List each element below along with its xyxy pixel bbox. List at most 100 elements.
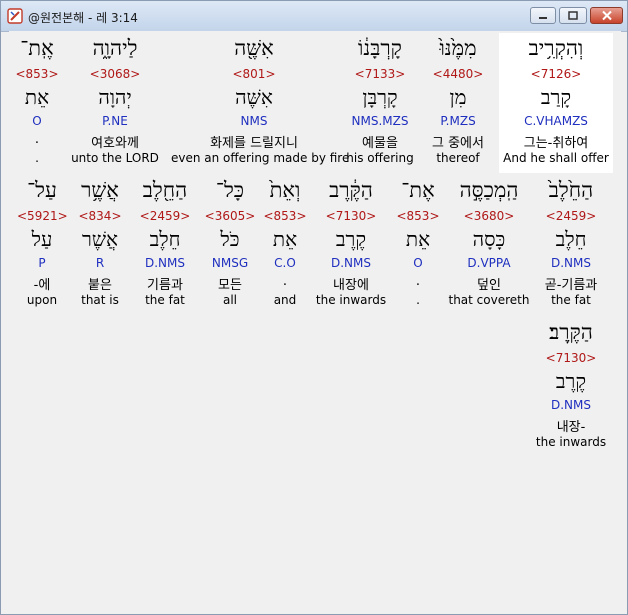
korean-gloss: 화제를 드릴지니 <box>210 136 298 151</box>
english-gloss: his offering <box>346 151 414 165</box>
hebrew-word: וְאֵת֙ <box>269 178 301 202</box>
english-gloss: the fat <box>551 293 591 307</box>
lexical-form: אֵת <box>24 85 50 109</box>
english-gloss: all <box>222 293 238 307</box>
strongs-number: <3068> <box>89 67 141 81</box>
english-gloss: that is <box>81 293 119 307</box>
morphology-code: C.VHAMZS <box>524 114 588 128</box>
hebrew-word: הַקֶּ֔רֶב <box>329 178 373 202</box>
maximize-button[interactable] <box>559 7 587 24</box>
hebrew-word: הַחֵ֖לֶב <box>142 178 188 202</box>
english-gloss: upon <box>26 293 58 307</box>
lexical-form: קֶרֶב <box>335 227 367 251</box>
korean-gloss: 내장에 <box>333 278 369 293</box>
morphology-code: NMS.MZS <box>351 114 409 128</box>
word-block[interactable]: הַקֶּֽרֶב׃ <7130> קֶרֶב D.NMS 내장- the in… <box>531 317 611 457</box>
strongs-number: <7130> <box>325 209 377 223</box>
close-icon <box>601 10 612 21</box>
lexical-form: אֲשֶׁר <box>82 227 118 251</box>
lexical-form: אֵת <box>405 227 431 251</box>
korean-gloss: 기름과 <box>147 278 183 293</box>
lexical-form: יְהוָה <box>98 85 132 109</box>
morphology-code: P <box>38 256 46 270</box>
morphology-code: NMS <box>240 114 268 128</box>
strongs-number: <801> <box>232 67 276 81</box>
lexical-form: עַל <box>31 227 53 251</box>
morphology-code: NMSG <box>211 256 249 270</box>
app-icon <box>7 8 23 24</box>
word-block[interactable]: אֶֽת־ <853> אֵת O . . <box>11 33 63 173</box>
word-block[interactable]: לַיהוָ֑ה <3068> יְהוָה P.NE 여호와께 unto th… <box>69 33 161 173</box>
english-gloss: thereof <box>436 151 480 165</box>
word-block[interactable]: אֲשֶׁ֥ר <834> אֲשֶׁר R 붙은 that is <box>75 175 125 315</box>
app-window: @원전본해 - 레 3:14 וְהִקְרִ֥יב <7126> קָרַב … <box>0 0 628 615</box>
word-block[interactable]: אֶת־ <853> אֵת O . . <box>393 175 443 315</box>
morphology-code: C.O <box>274 256 296 270</box>
korean-gloss: 그 중에서 <box>432 136 484 151</box>
lexical-form: חֵלֶב <box>149 227 181 251</box>
korean-gloss: 곧-기름과 <box>544 278 598 293</box>
strongs-number: <853> <box>396 209 440 223</box>
hebrew-word: הַקֶּֽרֶב׃ <box>549 320 593 344</box>
maximize-icon <box>568 10 578 20</box>
morphology-code: D.NMS <box>330 256 371 270</box>
korean-gloss: -에 <box>33 278 51 293</box>
korean-gloss: 내장- <box>556 420 586 435</box>
english-gloss: even an offering made by fire <box>171 151 350 165</box>
interlinear-view[interactable]: וְהִקְרִ֥יב <7126> קָרַב C.VHAMZS 그는-취하여… <box>9 31 621 609</box>
strongs-number: <853> <box>15 67 59 81</box>
strongs-number: <3605> <box>204 209 256 223</box>
morphology-code: D.VPPA <box>467 256 511 270</box>
korean-gloss: . <box>34 132 40 147</box>
strongs-number: <5921> <box>17 209 68 223</box>
hebrew-word: אִשֶּׁ֖ה <box>234 36 274 60</box>
lexical-form: חֵלֶב <box>555 227 587 251</box>
title-bar[interactable]: @원전본해 - 레 3:14 <box>1 1 627 32</box>
korean-gloss: 여호와께 <box>91 136 139 151</box>
hebrew-word: מִמֶּ֙נּוּ֙ <box>439 36 477 60</box>
english-gloss: the fat <box>145 293 185 307</box>
window-title: @원전본해 - 레 3:14 <box>28 11 138 25</box>
morphology-code: P.NE <box>102 114 128 128</box>
lexical-form: כָּסָה <box>472 227 506 251</box>
korean-gloss: 모든 <box>218 278 242 293</box>
word-block[interactable]: הַֽמְכַסֶּ֣ה <3680> כָּסָה D.VPPA 덮인 tha… <box>447 175 531 315</box>
english-gloss: the inwards <box>535 435 607 449</box>
english-gloss: and <box>273 293 297 307</box>
strongs-number: <3680> <box>463 209 515 223</box>
word-block[interactable]: עַל־ <5921> עַל P -에 upon <box>17 175 68 315</box>
strongs-number: <7133> <box>354 67 406 81</box>
hebrew-word: אֶֽת־ <box>20 36 54 60</box>
lexical-form: כֹּל <box>220 227 240 251</box>
english-gloss: that covereth <box>448 293 530 307</box>
word-block[interactable]: אִשֶּׁ֖ה <801> אִשֶּׁה NMS 화제를 드릴지니 even… <box>171 33 350 173</box>
word-block[interactable]: וְהִקְרִ֥יב <7126> קָרַב C.VHAMZS 그는-취하여… <box>499 33 613 173</box>
word-block[interactable]: כָּל־ <3605> כֹּל NMSG 모든 all <box>202 175 258 315</box>
lexical-form: אֵת <box>272 227 298 251</box>
hebrew-word: כָּל־ <box>215 178 245 202</box>
strongs-number: <7126> <box>530 67 582 81</box>
english-gloss: the inwards <box>315 293 387 307</box>
english-gloss: And he shall offer <box>503 151 609 165</box>
word-block[interactable]: הַחֵ֙לֶב֙ <2459> חֵלֶב D.NMS 곧-기름과 the f… <box>536 175 606 315</box>
hebrew-word: הַחֵ֙לֶב֙ <box>548 178 594 202</box>
word-block[interactable]: הַחֵ֖לֶב <2459> חֵלֶב D.NMS 기름과 the fat <box>137 175 193 315</box>
korean-gloss: 붙은 <box>88 278 112 293</box>
morphology-code: R <box>95 256 105 270</box>
hebrew-word: וְהִקְרִ֥יב <box>528 36 584 60</box>
word-block[interactable]: מִמֶּ֙נּוּ֙ <4480> מִן P.MZS 그 중에서 there… <box>418 33 498 173</box>
hebrew-word: אֶת־ <box>401 178 435 202</box>
minimize-button[interactable] <box>530 7 556 24</box>
word-block[interactable]: וְאֵת֙ <853> אֵת C.O . and <box>261 175 309 315</box>
morphology-code: D.NMS <box>550 256 591 270</box>
strongs-number: <2459> <box>139 209 191 223</box>
close-button[interactable] <box>590 7 623 24</box>
lexical-form: קָרְבָּן <box>362 85 398 109</box>
hebrew-word: לַיהוָ֑ה <box>92 36 138 60</box>
strongs-number: <2459> <box>545 209 597 223</box>
word-block[interactable]: קָרְבָּנ֔וֹ <7133> קָרְבָּן NMS.MZS 예물을 … <box>340 33 420 173</box>
hebrew-word: עַל־ <box>27 178 57 202</box>
word-block[interactable]: הַקֶּ֔רֶב <7130> קֶרֶב D.NMS 내장에 the inw… <box>313 175 389 315</box>
english-gloss: . <box>35 151 39 165</box>
strongs-number: <4480> <box>432 67 484 81</box>
